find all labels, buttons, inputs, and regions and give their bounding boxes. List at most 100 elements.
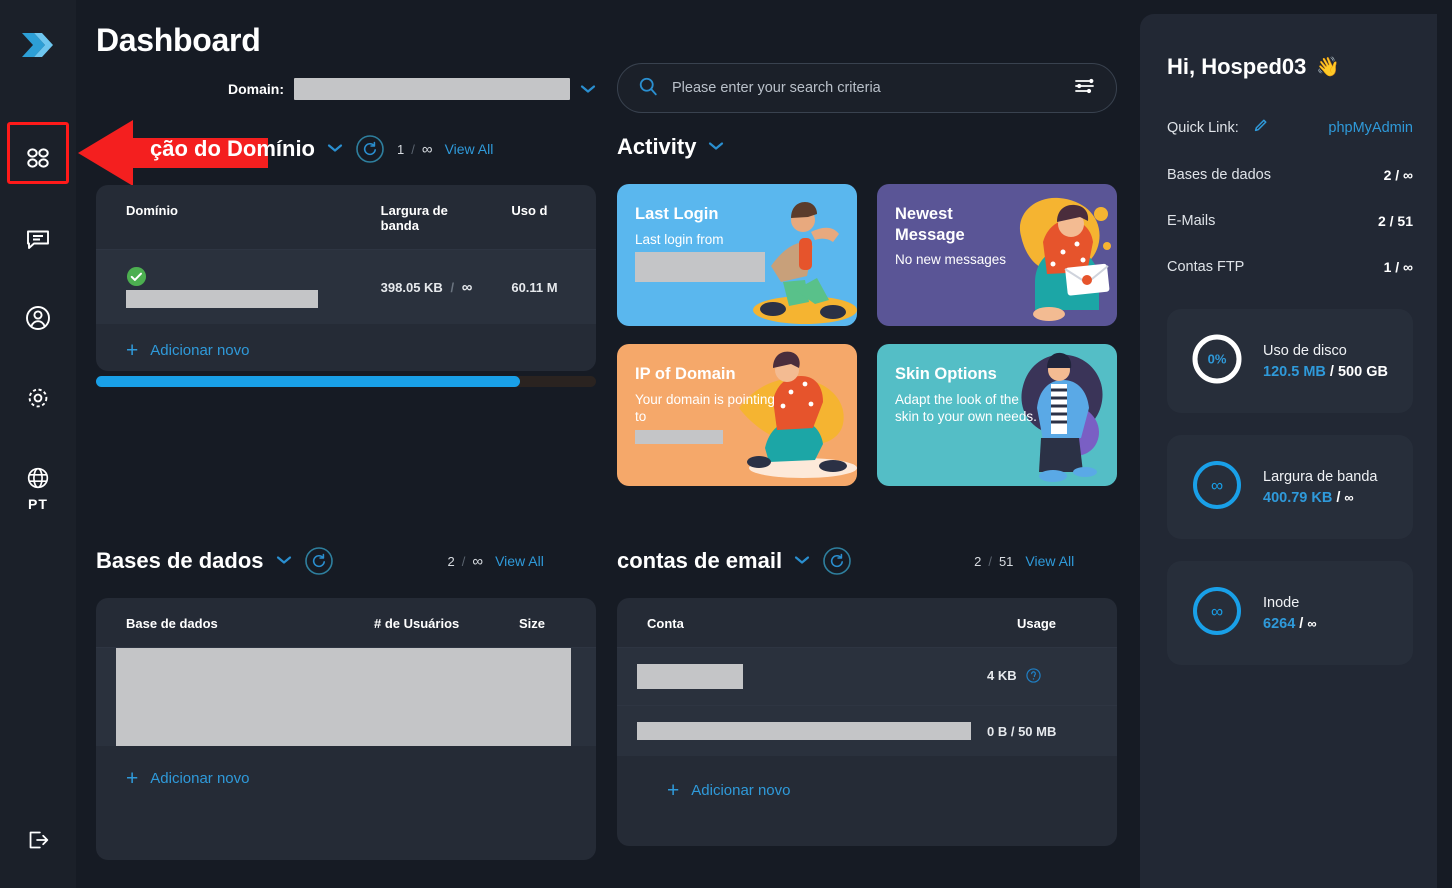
- domain-admin-view-all[interactable]: View All: [445, 141, 494, 157]
- tile-redacted-value: [635, 252, 765, 283]
- search-icon: [638, 76, 658, 101]
- tile-newest-message[interactable]: Newest Message No new messages: [877, 184, 1117, 326]
- activity-section-header: Activity: [617, 134, 724, 160]
- disk-separator: /: [1329, 363, 1334, 380]
- stat-row-databases: Bases de dados 2 / ∞: [1167, 167, 1413, 183]
- waving-hand-icon: 👋: [1316, 57, 1341, 78]
- left-sidebar: PT: [0, 0, 76, 888]
- tile-title: Skin Options: [895, 365, 997, 383]
- domain-table-hscrollbar[interactable]: [96, 376, 596, 387]
- bandwidth-title: Largura de banda: [1263, 468, 1378, 485]
- inode-limit: ∞: [1307, 615, 1317, 631]
- databases-view-all[interactable]: View All: [495, 553, 544, 569]
- page-title: Dashboard: [96, 22, 261, 58]
- email-accounts-counts: 2 / 51: [974, 554, 1013, 569]
- databases-table: Base de dados # de Usuários Size: [96, 598, 596, 746]
- tile-last-login[interactable]: Last Login Last login from: [617, 184, 857, 326]
- email-accounts-title: contas de email: [617, 548, 783, 573]
- search-input[interactable]: [672, 80, 1060, 96]
- account-redacted: [637, 722, 971, 740]
- domain-value-redacted[interactable]: [294, 78, 570, 100]
- refresh-icon[interactable]: [304, 546, 334, 576]
- stat-value: 2 / ∞: [1383, 167, 1413, 183]
- domain-add-new-button[interactable]: + Adicionar novo: [96, 324, 596, 361]
- col-base-de-dados: Base de dados: [126, 616, 218, 631]
- globe-language-icon: [24, 464, 52, 492]
- quick-link-label: Quick Link:: [1167, 119, 1239, 136]
- bandwidth-separator: /: [450, 279, 455, 295]
- email-add-new-button[interactable]: + Adicionar novo: [617, 756, 1117, 801]
- pencil-edit-icon[interactable]: [1253, 118, 1268, 137]
- cell-account: [617, 648, 987, 706]
- plus-icon: +: [126, 767, 139, 790]
- rail-nav-list: PT: [0, 118, 76, 512]
- table-row[interactable]: [96, 647, 596, 746]
- sidebar-item-apps[interactable]: [0, 118, 76, 198]
- count-current: 2: [974, 553, 982, 569]
- tile-ip-of-domain[interactable]: IP of Domain Your domain is pointing to: [617, 344, 857, 486]
- chevron-down-icon[interactable]: [580, 82, 596, 96]
- stat-card-disk-usage[interactable]: 0% Uso de disco 120.5 MB / 500 GB: [1167, 309, 1413, 413]
- quick-link-row: Quick Link: phpMyAdmin: [1167, 118, 1413, 137]
- domain-admin-section-header: ção do Domínio 1 / ∞ View All: [150, 134, 493, 164]
- bandwidth-gauge-icon: ∞: [1189, 457, 1245, 518]
- database-row-redacted: [116, 648, 571, 746]
- disk-limit: 500 GB: [1337, 363, 1388, 380]
- domain-table-panel: Domínio Largura de banda Uso d 398.05 KB…: [96, 185, 596, 371]
- disk-gauge-label: 0%: [1208, 351, 1227, 366]
- domain-table: Domínio Largura de banda Uso d 398.05 KB…: [96, 185, 596, 324]
- count-total: ∞: [472, 552, 484, 570]
- count-current: 2: [447, 553, 455, 569]
- chevron-down-icon[interactable]: [708, 138, 724, 156]
- tile-redacted-value: [635, 430, 723, 445]
- inode-title: Inode: [1263, 594, 1300, 611]
- svg-text:∞: ∞: [1211, 476, 1223, 495]
- sidebar-item-account[interactable]: [0, 278, 76, 358]
- question-circle-icon[interactable]: [1026, 667, 1041, 686]
- email-accounts-table: Conta Usage 4 KB 0 B / 50 MB: [617, 598, 1117, 756]
- stat-card-bandwidth[interactable]: ∞ Largura de banda 400.79 KB / ∞: [1167, 435, 1413, 539]
- sidebar-item-messages[interactable]: [0, 198, 76, 278]
- apps-grid-icon: [23, 143, 53, 173]
- domain-selector[interactable]: Domain:: [228, 78, 596, 100]
- col-uso-disco: Uso d: [511, 203, 548, 218]
- tile-skin-options[interactable]: Skin Options Adapt the look of the skin …: [877, 344, 1117, 486]
- tile-subtitle: Your domain is pointing to: [635, 391, 775, 425]
- col-largura-banda: Largura de banda: [380, 203, 448, 233]
- svg-text:∞: ∞: [1211, 602, 1223, 621]
- domain-label: Domain:: [228, 81, 284, 97]
- email-accounts-view-all[interactable]: View All: [1025, 553, 1074, 569]
- table-row[interactable]: 4 KB: [617, 647, 1117, 706]
- chevron-down-icon[interactable]: [794, 552, 810, 570]
- dashboard-root: PT Dashboard Domain: Please enter your s…: [0, 0, 1452, 888]
- count-separator: /: [988, 553, 992, 569]
- col-conta: Conta: [647, 616, 684, 631]
- search-bar[interactable]: [617, 63, 1117, 113]
- logout-button[interactable]: [0, 812, 76, 872]
- language-code-label[interactable]: PT: [0, 496, 76, 512]
- cell-bandwidth: 398.05 KB / ∞: [351, 250, 482, 325]
- activity-title: Activity: [617, 134, 697, 159]
- quick-link-phpmyadmin[interactable]: phpMyAdmin: [1328, 120, 1413, 136]
- databases-table-panel: Base de dados # de Usuários Size + Adici…: [96, 598, 596, 860]
- plus-icon: +: [126, 339, 139, 362]
- refresh-icon[interactable]: [355, 134, 385, 164]
- sidebar-item-settings[interactable]: [0, 358, 76, 438]
- disk-usage-values: 120.5 MB / 500 GB: [1263, 364, 1388, 380]
- table-row[interactable]: 0 B / 50 MB: [617, 705, 1117, 757]
- app-logo[interactable]: [14, 22, 60, 68]
- cell-account: [617, 706, 987, 757]
- count-total: ∞: [421, 140, 433, 158]
- stat-card-inode[interactable]: ∞ Inode 6264 / ∞: [1167, 561, 1413, 665]
- email-accounts-table-panel: Conta Usage 4 KB 0 B / 50 MB + Adicionar…: [617, 598, 1117, 846]
- bandwidth-limit: ∞: [461, 278, 473, 296]
- sliders-filter-icon[interactable]: [1074, 76, 1096, 101]
- chevron-down-icon[interactable]: [276, 552, 292, 570]
- chevron-down-icon[interactable]: [327, 140, 343, 158]
- domain-name-redacted: [126, 290, 318, 308]
- table-row[interactable]: 398.05 KB / ∞ 60.11 M: [96, 249, 596, 325]
- databases-add-new-button[interactable]: + Adicionar novo: [96, 746, 596, 789]
- gear-settings-icon: [23, 383, 53, 413]
- scrollbar-thumb[interactable]: [96, 376, 520, 387]
- refresh-icon[interactable]: [822, 546, 852, 576]
